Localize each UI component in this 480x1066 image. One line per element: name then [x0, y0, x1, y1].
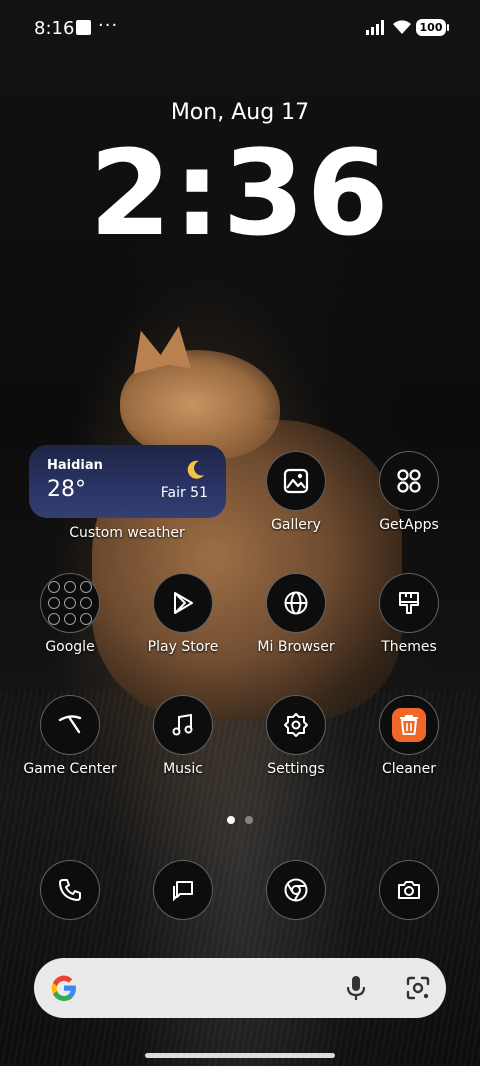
weather-widget-label: Custom weather: [69, 525, 185, 541]
app-music-label: Music: [163, 761, 203, 777]
page-indicator: [0, 809, 480, 828]
app-gallery[interactable]: Gallery: [241, 451, 351, 533]
status-time: 8:16: [34, 18, 75, 39]
globe-icon: [266, 573, 326, 633]
messages-icon: [153, 860, 213, 920]
app-mi-browser-label: Mi Browser: [257, 639, 335, 655]
mic-icon[interactable]: [344, 974, 368, 1002]
wifi-icon: [393, 20, 411, 34]
app-music[interactable]: Music: [128, 695, 238, 777]
gesture-navigation-bar[interactable]: [145, 1053, 335, 1058]
app-themes[interactable]: Themes: [354, 573, 464, 655]
page-dot[interactable]: [245, 816, 253, 824]
status-bar: 8:16 ··· 100: [0, 0, 480, 58]
dock-messages[interactable]: [128, 860, 238, 920]
weather-city: Haidian: [47, 458, 103, 473]
getapps-icon: [379, 451, 439, 511]
dock-phone[interactable]: [15, 860, 125, 920]
app-game-center[interactable]: Game Center: [15, 695, 125, 777]
lock-date: Mon, Aug 17: [170, 100, 310, 125]
app-getapps-label: GetApps: [379, 517, 439, 533]
app-cleaner[interactable]: Cleaner: [354, 695, 464, 777]
weather-temperature: 28°: [47, 477, 86, 502]
app-playstore[interactable]: Play Store: [128, 573, 238, 655]
google-g-icon: [51, 975, 76, 1001]
app-google-label: Google: [45, 639, 95, 655]
phone-icon: [40, 860, 100, 920]
moon-icon: [187, 460, 204, 479]
lens-icon[interactable]: [404, 974, 432, 1002]
wallpaper-cat-ear: [155, 323, 197, 369]
dock-camera[interactable]: [354, 860, 464, 920]
game-center-icon: [40, 695, 100, 755]
google-folder-icon: [40, 573, 100, 633]
app-playstore-label: Play Store: [147, 639, 219, 655]
weather-widget[interactable]: Haidian 28° Fair 51: [29, 445, 226, 518]
weather-condition: Fair 51: [160, 485, 208, 501]
app-game-center-label: Game Center: [23, 761, 117, 777]
camera-icon: [379, 860, 439, 920]
page-dot-active[interactable]: [227, 816, 235, 824]
music-note-icon: [153, 695, 213, 755]
more-notifications-icon: ···: [98, 15, 119, 36]
app-settings[interactable]: Settings: [241, 695, 351, 777]
lock-clock: 2:36: [89, 124, 391, 262]
chrome-icon: [266, 860, 326, 920]
gear-icon: [266, 695, 326, 755]
google-search-bar[interactable]: [34, 958, 446, 1018]
app-cleaner-label: Cleaner: [381, 761, 437, 777]
app-settings-label: Settings: [267, 761, 325, 777]
gallery-icon: [266, 451, 326, 511]
notification-square-icon: [76, 20, 91, 35]
app-themes-label: Themes: [381, 639, 437, 655]
app-mi-browser[interactable]: Mi Browser: [241, 573, 351, 655]
app-gallery-label: Gallery: [271, 517, 321, 533]
play-store-icon: [153, 573, 213, 633]
paint-brush-icon: [379, 573, 439, 633]
dock-chrome[interactable]: [241, 860, 351, 920]
cleaner-icon: [379, 695, 439, 755]
app-google-folder[interactable]: Google: [15, 573, 125, 655]
signal-icon: [366, 20, 384, 35]
app-getapps[interactable]: GetApps: [354, 451, 464, 533]
battery-icon: 100: [416, 19, 449, 36]
